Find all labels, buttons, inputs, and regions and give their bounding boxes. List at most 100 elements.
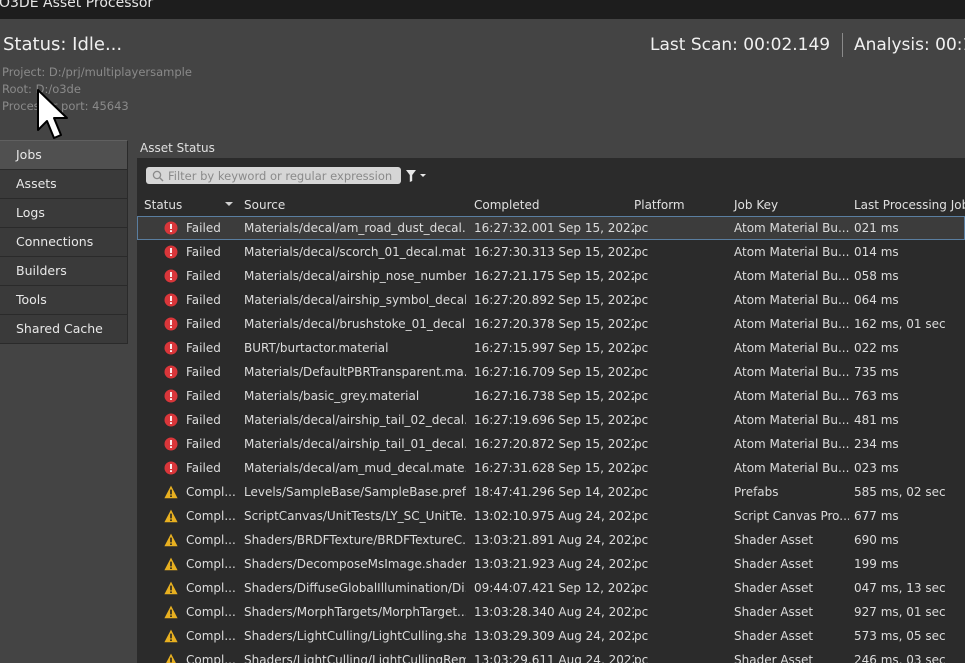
cell-last-processing-job: 927 ms, 01 sec [854, 605, 946, 619]
cell-platform: pc [634, 293, 649, 307]
cell-last-processing-job: 763 ms [854, 389, 899, 403]
cell-completed: 13:03:28.340 Aug 24, 2022 [474, 605, 634, 619]
table-row[interactable]: Failed Materials/DefaultPBRTransparent.ma… [137, 360, 965, 384]
cell-completed: 16:27:16.709 Sep 15, 2022 [474, 365, 634, 379]
table-row[interactable]: Failed Materials/decal/airship_tail_02_de… [137, 408, 965, 432]
cell-source: Shaders/BRDFTexture/BRDFTextureC... [244, 533, 466, 547]
sidebar-item-jobs[interactable]: Jobs [0, 140, 128, 170]
cell-platform: pc [634, 533, 649, 547]
cell-completed: 16:27:20.378 Sep 15, 2022 [474, 317, 634, 331]
cell-status: Failed [186, 245, 221, 259]
cell-last-processing-job: 064 ms [854, 293, 899, 307]
table-row[interactable]: Failed Materials/decal/am_mud_decal.mate.… [137, 456, 965, 480]
sidebar-item-builders[interactable]: Builders [0, 257, 128, 286]
asset-status-title: Asset Status [140, 141, 215, 155]
sidebar-item-connections[interactable]: Connections [0, 228, 128, 257]
table-row[interactable]: Compl... Shaders/LightCulling/LightCullin… [137, 624, 965, 648]
cell-platform: pc [634, 341, 649, 355]
table-row[interactable]: Compl... Shaders/DiffuseGlobalIlluminatio… [137, 576, 965, 600]
cell-status: Failed [186, 461, 221, 475]
cell-job-key: Shader Asset [734, 581, 814, 595]
cell-job-key: Atom Material Bu... [734, 293, 849, 307]
column-source[interactable]: Source [244, 194, 285, 216]
warning-icon [166, 653, 176, 663]
cell-job-key: Shader Asset [734, 533, 814, 547]
error-icon [164, 293, 178, 307]
sidebar-item-tools[interactable]: Tools [0, 286, 128, 315]
cell-last-processing-job: 677 ms [854, 509, 899, 523]
cell-platform: pc [634, 605, 649, 619]
cell-source: Materials/decal/am_road_dust_decal.... [244, 221, 466, 235]
cell-last-processing-job: 022 ms [854, 341, 899, 355]
table-row[interactable]: Failed Materials/decal/airship_nose_numbe… [137, 264, 965, 288]
sidebar-item-shared-cache[interactable]: Shared Cache [0, 315, 128, 344]
cell-last-processing-job: 690 ms [854, 533, 899, 547]
table-row[interactable]: Failed Materials/decal/am_road_dust_decal… [137, 216, 965, 240]
analysis-value: 00:10... [935, 35, 965, 55]
cell-completed: 16:27:30.313 Sep 15, 2022 [474, 245, 634, 259]
table-row[interactable]: Compl... ScriptCanvas/UnitTests/LY_SC_Uni… [137, 504, 965, 528]
cell-job-key: Atom Material Bu... [734, 341, 849, 355]
warning-icon [164, 629, 178, 643]
table-row[interactable]: Failed Materials/decal/scorch_01_decal.ma… [137, 240, 965, 264]
column-completed[interactable]: Completed [474, 194, 539, 216]
window-title-bar: O3DE Asset Processor [0, 0, 965, 19]
error-icon [164, 365, 178, 379]
table-row[interactable]: Compl... Shaders/LightCulling/LightCullin… [137, 648, 965, 663]
table-row[interactable]: Failed Materials/decal/airship_tail_01_de… [137, 432, 965, 456]
cell-completed: 16:27:20.872 Sep 15, 2022 [474, 437, 634, 451]
cell-last-processing-job: 023 ms [854, 461, 899, 475]
analysis-label: Analysis: [853, 35, 930, 55]
cell-status: Compl... [186, 557, 236, 571]
filter-input[interactable] [168, 167, 396, 184]
cell-source: Materials/decal/airship_tail_02_decal...… [244, 413, 466, 427]
cell-last-processing-job: 162 ms, 01 sec [854, 317, 946, 331]
error-icon [164, 389, 178, 403]
cell-status: Failed [186, 269, 221, 283]
warning-icon [164, 557, 178, 571]
cell-last-processing-job: 585 ms, 02 sec [854, 485, 946, 499]
table-row[interactable]: Compl... Shaders/BRDFTexture/BRDFTextureC… [137, 528, 965, 552]
cell-status: Failed [186, 365, 221, 379]
cell-source: Materials/decal/am_mud_decal.mate... [244, 461, 466, 475]
cell-job-key: Shader Asset [734, 605, 814, 619]
error-icon [164, 221, 178, 235]
cell-source: ScriptCanvas/UnitTests/LY_SC_UnitTe... [244, 509, 466, 523]
table-row[interactable]: Compl... Shaders/DecomposeMsImage.shader 1… [137, 552, 965, 576]
cell-status: Failed [186, 221, 221, 235]
cell-source: Shaders/LightCulling/LightCullingRem... [244, 653, 466, 663]
cell-source: BURT/burtactor.material [244, 341, 389, 355]
table-row[interactable]: Failed BURT/burtactor.material 16:27:15.99… [137, 336, 965, 360]
cell-source: Materials/decal/airship_symbol_decal... [244, 293, 466, 307]
cell-status: Compl... [186, 605, 236, 619]
cell-completed: 16:27:16.738 Sep 15, 2022 [474, 389, 634, 403]
table-row[interactable]: Failed Materials/basic_grey.material 16:27… [137, 384, 965, 408]
cell-source: Shaders/DiffuseGlobalIllumination/Di... [244, 581, 466, 595]
cell-status: Failed [186, 341, 221, 355]
cell-source: Shaders/MorphTargets/MorphTarget... [244, 605, 466, 619]
cell-completed: 16:27:15.997 Sep 15, 2022 [474, 341, 634, 355]
column-status[interactable]: Status [144, 194, 182, 216]
sidebar-item-assets[interactable]: Assets [0, 170, 128, 199]
error-icon [164, 245, 178, 259]
column-last-processing-job[interactable]: Last Processing Job [854, 194, 965, 216]
cell-job-key: Atom Material Bu... [734, 413, 849, 427]
table-row[interactable]: Failed Materials/decal/airship_symbol_dec… [137, 288, 965, 312]
filter-field[interactable] [146, 167, 401, 184]
cell-platform: pc [634, 653, 649, 663]
scan-divider [841, 33, 843, 57]
column-job-key[interactable]: Job Key [734, 194, 778, 216]
table-row[interactable]: Compl... Shaders/MorphTargets/MorphTarget… [137, 600, 965, 624]
cell-completed: 13:03:21.923 Aug 24, 2022 [474, 557, 634, 571]
cell-status: Failed [186, 413, 221, 427]
cell-platform: pc [634, 221, 649, 235]
sidebar-item-logs[interactable]: Logs [0, 199, 128, 228]
filter-dropdown-icon[interactable] [406, 170, 428, 182]
cell-status: Failed [186, 437, 221, 451]
table-row[interactable]: Failed Materials/decal/brushstoke_01_deca… [137, 312, 965, 336]
cell-platform: pc [634, 581, 649, 595]
table-row[interactable]: Compl... Levels/SampleBase/SampleBase.pre… [137, 480, 965, 504]
cell-job-key: Atom Material Bu... [734, 317, 849, 331]
column-platform[interactable]: Platform [634, 194, 685, 216]
cell-last-processing-job: 735 ms [854, 365, 899, 379]
